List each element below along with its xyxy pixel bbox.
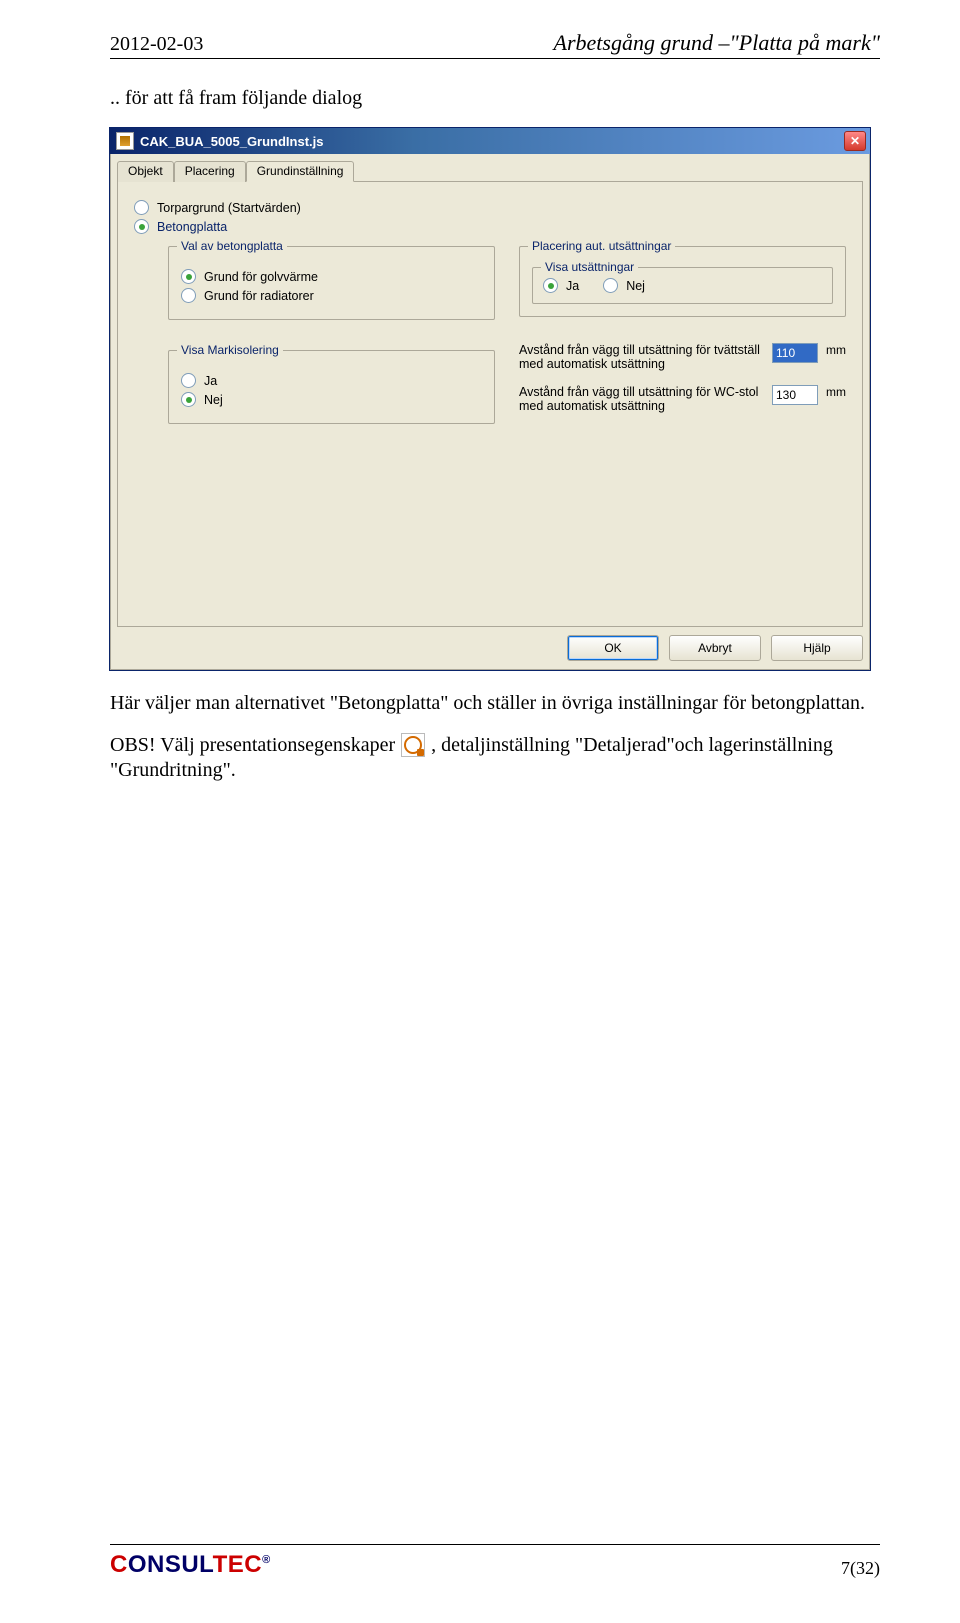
header-title: Arbetsgång grund –"Platta på mark" xyxy=(554,30,880,56)
after-dialog-text: Här väljer man alternativet "Betongplatt… xyxy=(110,692,880,715)
label-betongplatta: Betongplatta xyxy=(157,220,227,234)
label-torpargrund: Torpargrund (Startvärden) xyxy=(157,201,301,215)
radio-golvvarme[interactable] xyxy=(181,269,196,284)
avbryt-button[interactable]: Avbryt xyxy=(669,635,761,661)
radio-betongplatta[interactable] xyxy=(134,219,149,234)
dialog-window: CAK_BUA_5005_GrundInst.js ✕ Objekt Place… xyxy=(110,128,870,670)
obs-text-line2: "Grundritning". xyxy=(110,759,880,782)
label-golvvarme: Grund för golvvärme xyxy=(204,270,318,284)
tab-placering[interactable]: Placering xyxy=(174,161,246,182)
legend-val-betongplatta: Val av betongplatta xyxy=(177,239,287,253)
radio-mark-nej[interactable] xyxy=(181,392,196,407)
radio-torpargrund[interactable] xyxy=(134,200,149,215)
label-avstand-wc: Avstånd från vägg till utsättning för WC… xyxy=(519,385,764,413)
radio-radiatorer[interactable] xyxy=(181,288,196,303)
page-number: 7(32) xyxy=(841,1558,880,1579)
hjalp-button[interactable]: Hjälp xyxy=(771,635,863,661)
ok-button[interactable]: OK xyxy=(567,635,659,661)
close-icon: ✕ xyxy=(850,134,860,148)
fieldset-val-betongplatta: Val av betongplatta Grund för golvvärme … xyxy=(168,246,495,320)
legend-markisolering: Visa Markisolering xyxy=(177,343,283,357)
label-radiatorer: Grund för radiatorer xyxy=(204,289,314,303)
legend-placering-aut: Placering aut. utsättningar xyxy=(528,239,675,253)
window-title: CAK_BUA_5005_GrundInst.js xyxy=(140,134,324,149)
script-file-icon xyxy=(116,132,134,150)
input-avstand-tvattstall[interactable] xyxy=(772,343,818,363)
label-mark-nej: Nej xyxy=(204,393,223,407)
obs-text-post: , detaljinställning "Detaljerad"och lage… xyxy=(431,734,833,757)
titlebar: CAK_BUA_5005_GrundInst.js ✕ xyxy=(110,128,870,154)
label-visa-nej: Nej xyxy=(626,279,645,293)
label-visa-ja: Ja xyxy=(566,279,579,293)
radio-visa-ja[interactable] xyxy=(543,278,558,293)
close-button[interactable]: ✕ xyxy=(844,131,866,151)
radio-mark-ja[interactable] xyxy=(181,373,196,388)
label-mark-ja: Ja xyxy=(204,374,217,388)
header-rule xyxy=(110,58,880,59)
legend-visa-utsattningar: Visa utsättningar xyxy=(541,260,638,274)
obs-text-pre: OBS! Välj presentationsegenskaper xyxy=(110,734,395,757)
consultec-logo: CONSULTEC® xyxy=(110,1551,271,1579)
input-avstand-wc[interactable] xyxy=(772,385,818,405)
presentation-properties-icon xyxy=(401,733,425,757)
radio-visa-nej[interactable] xyxy=(603,278,618,293)
fieldset-placering-aut: Placering aut. utsättningar Visa utsättn… xyxy=(519,246,846,317)
unit-mm-2: mm xyxy=(826,385,846,399)
intro-text: .. för att få fram följande dialog xyxy=(110,87,880,110)
tab-grundinstallning[interactable]: Grundinställning xyxy=(246,161,355,182)
label-avstand-tvattstall: Avstånd från vägg till utsättning för tv… xyxy=(519,343,764,371)
fieldset-markisolering: Visa Markisolering Ja Nej xyxy=(168,350,495,424)
tab-objekt[interactable]: Objekt xyxy=(117,161,174,182)
fieldset-visa-utsattningar: Visa utsättningar Ja Nej xyxy=(532,267,833,304)
header-date: 2012-02-03 xyxy=(110,33,203,56)
unit-mm-1: mm xyxy=(826,343,846,357)
footer-rule xyxy=(110,1544,880,1545)
